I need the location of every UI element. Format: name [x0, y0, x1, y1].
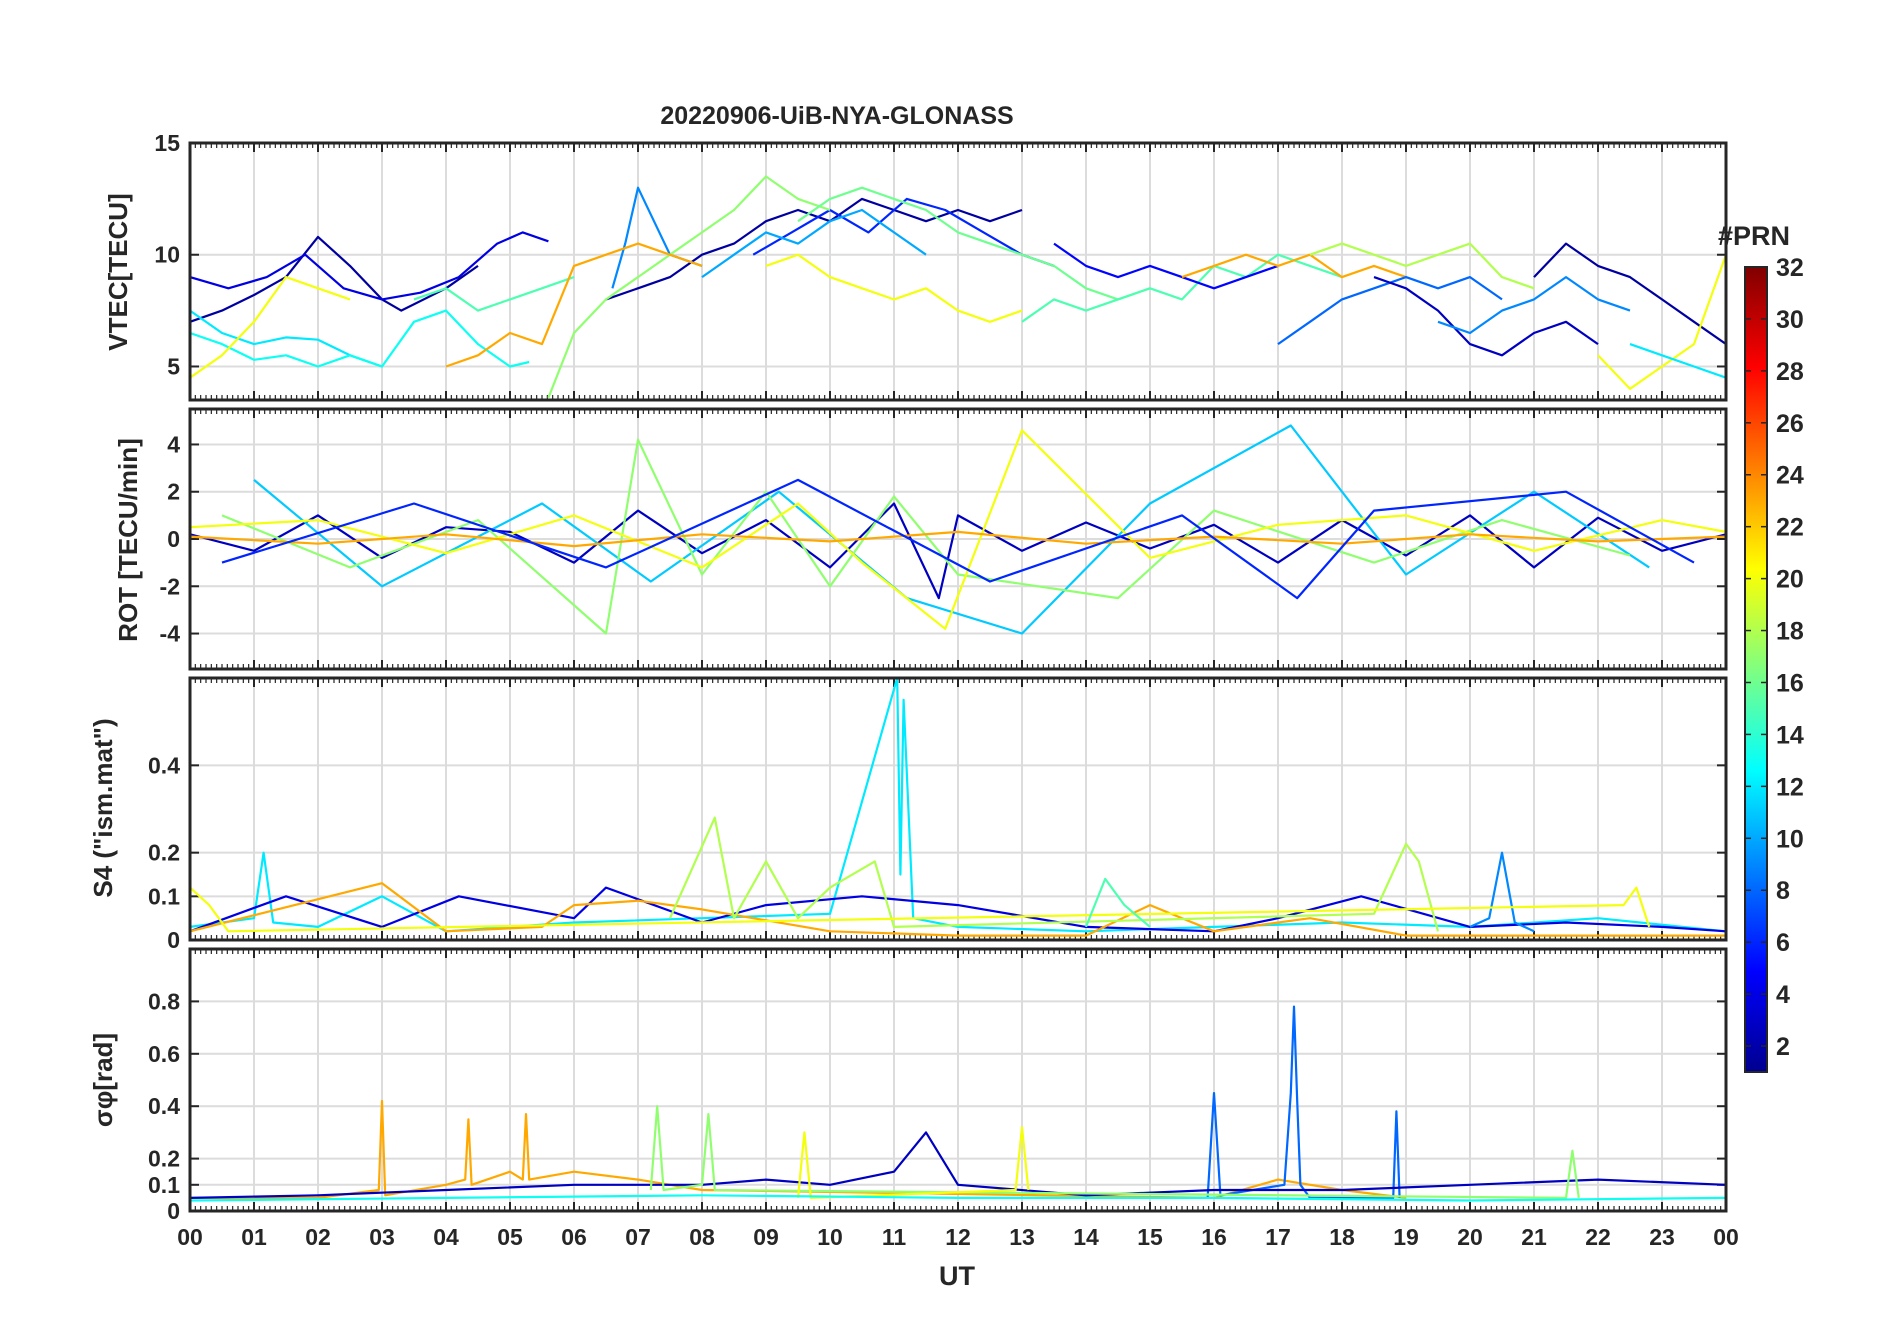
- colorbar-tick-label: 24: [1776, 462, 1804, 490]
- y-tick-label: 0: [167, 927, 180, 953]
- chart-title: 20220906-UiB-NYA-GLONASS: [660, 102, 1013, 130]
- colorbar-tick-label: 20: [1776, 566, 1804, 594]
- x-tick-label: 04: [433, 1224, 459, 1250]
- y-tick-label: 0: [167, 526, 180, 552]
- colorbar-gradient: [1744, 266, 1768, 1073]
- panel-rot: -4 -2 0 2 4 ROT [TECU/min]: [113, 407, 1728, 671]
- y-tick-label: 0: [167, 1198, 180, 1224]
- x-tick-label: 11: [882, 1224, 907, 1250]
- colorbar-tick-label: 12: [1776, 773, 1804, 801]
- x-tick-label: 08: [689, 1224, 715, 1250]
- series-line-prn-23: [190, 1099, 1407, 1200]
- y-tick-label: 10: [154, 242, 180, 268]
- x-tick-label: 13: [1009, 1224, 1035, 1250]
- x-tick-label: 18: [1329, 1224, 1355, 1250]
- x-tick-labels: 00 01 02 03 04 05 06 07 08 09 10 11 12 13 14 15 16 17 18 19…: [177, 1224, 1739, 1250]
- x-tick-label: 16: [1201, 1224, 1227, 1250]
- x-tick-label: 01: [241, 1224, 267, 1250]
- y-axis-label: S4 ("ism.mat"): [88, 718, 118, 897]
- x-tick-label: 17: [1265, 1224, 1291, 1250]
- x-tick-label: 23: [1649, 1224, 1675, 1250]
- series-line-prn-2: [1533, 242, 1726, 346]
- x-tick-label: 20: [1457, 1224, 1483, 1250]
- x-tick-label: 09: [753, 1224, 779, 1250]
- colorbar-tick-label: 8: [1776, 877, 1790, 905]
- x-tick-label: 21: [1521, 1224, 1547, 1250]
- x-tick-label: 05: [497, 1224, 523, 1250]
- series-line-prn-15: [1021, 253, 1343, 323]
- colorbar-label: #PRN: [1718, 221, 1790, 251]
- x-tick-label: 07: [625, 1224, 651, 1250]
- y-tick-label: 2: [167, 479, 180, 505]
- colorbar-tick-label: 30: [1776, 306, 1804, 334]
- panels: 51015VTEC[TECU]-4-2024ROT [TECU/min]00.1…: [88, 130, 1728, 1224]
- series-line-prn-17: [547, 175, 831, 399]
- colorbar-tick-label: 32: [1776, 254, 1804, 282]
- y-axis-label: σφ[rad]: [88, 1033, 118, 1127]
- colorbar-tick-label: 10: [1776, 825, 1804, 853]
- series-line-prn-9: [1469, 851, 1535, 933]
- x-tick-label: 06: [561, 1224, 587, 1250]
- series-line-prn-9: [611, 186, 703, 289]
- y-tick-label: 0.4: [148, 752, 180, 778]
- colorbar-tick-label: 14: [1776, 721, 1804, 749]
- y-tick-label: 0.1: [148, 883, 180, 909]
- y-tick-label: 5: [167, 353, 180, 379]
- y-tick-label: -4: [160, 621, 181, 647]
- y-tick-label: 0.4: [148, 1093, 180, 1119]
- y-tick-label: 4: [167, 431, 180, 457]
- series-line-prn-12: [1629, 343, 1726, 379]
- y-axis-label: VTEC[TECU]: [103, 193, 133, 350]
- x-tick-label: 00: [1713, 1224, 1739, 1250]
- y-tick-label: -2: [160, 573, 180, 599]
- colorbar-tick-label: 28: [1776, 358, 1804, 386]
- x-tick-label: 15: [1137, 1224, 1163, 1250]
- panel-sigma: 00.10.2 0.4 0.6 0.8 σφ[rad]: [88, 947, 1728, 1224]
- x-tick-label: 00: [177, 1224, 203, 1250]
- panel-vtec: 5 10 15 VTEC[TECU]: [103, 130, 1728, 402]
- colorbar-tick-label: 2: [1776, 1033, 1790, 1061]
- series-line-prn-4: [190, 231, 549, 301]
- y-tick-label: 0.2: [148, 840, 180, 866]
- series-line-prn-8: [1206, 1005, 1401, 1200]
- x-tick-label: 19: [1393, 1224, 1419, 1250]
- series-line-prn-23: [1181, 253, 1407, 279]
- series-line-prn-5: [1053, 242, 1279, 290]
- y-tick-label: 0.2: [148, 1146, 180, 1172]
- series-line-prn-15: [413, 276, 575, 312]
- y-tick-label: 0.6: [148, 1041, 180, 1067]
- x-tick-label: 12: [945, 1224, 971, 1250]
- x-tick-label: 03: [369, 1224, 395, 1250]
- y-tick-label: 0.1: [148, 1172, 180, 1198]
- y-tick-label: 15: [154, 130, 180, 156]
- y-axis-label: ROT [TECU/min]: [113, 438, 143, 642]
- x-tick-label: 10: [817, 1224, 843, 1250]
- series-line-prn-8: [1277, 276, 1503, 346]
- x-tick-label: 14: [1073, 1224, 1099, 1250]
- y-tick-label: 0.8: [148, 988, 180, 1014]
- colorbar: #PRN 2468101214161820222426283032: [1718, 221, 1804, 1073]
- colorbar-tick-label: 4: [1776, 981, 1790, 1009]
- colorbar-tick-label: 6: [1776, 929, 1790, 957]
- colorbar-tick-label: 16: [1776, 669, 1804, 697]
- panel-s4: 0 0.1 0.2 0.4 S4 ("ism.mat"): [88, 676, 1728, 953]
- x-tick-label: 02: [305, 1224, 331, 1250]
- series-line-prn-16: [797, 186, 1151, 301]
- x-tick-label: 22: [1585, 1224, 1611, 1250]
- colorbar-tick-label: 22: [1776, 514, 1804, 542]
- colorbar-tick-label: 26: [1776, 410, 1804, 438]
- figure: 20220906-UiB-NYA-GLONASS 5 10 15 VTEC[TECU]…: [88, 102, 1804, 1291]
- x-axis-label: UT: [939, 1261, 975, 1291]
- colorbar-tick-label: 18: [1776, 618, 1804, 646]
